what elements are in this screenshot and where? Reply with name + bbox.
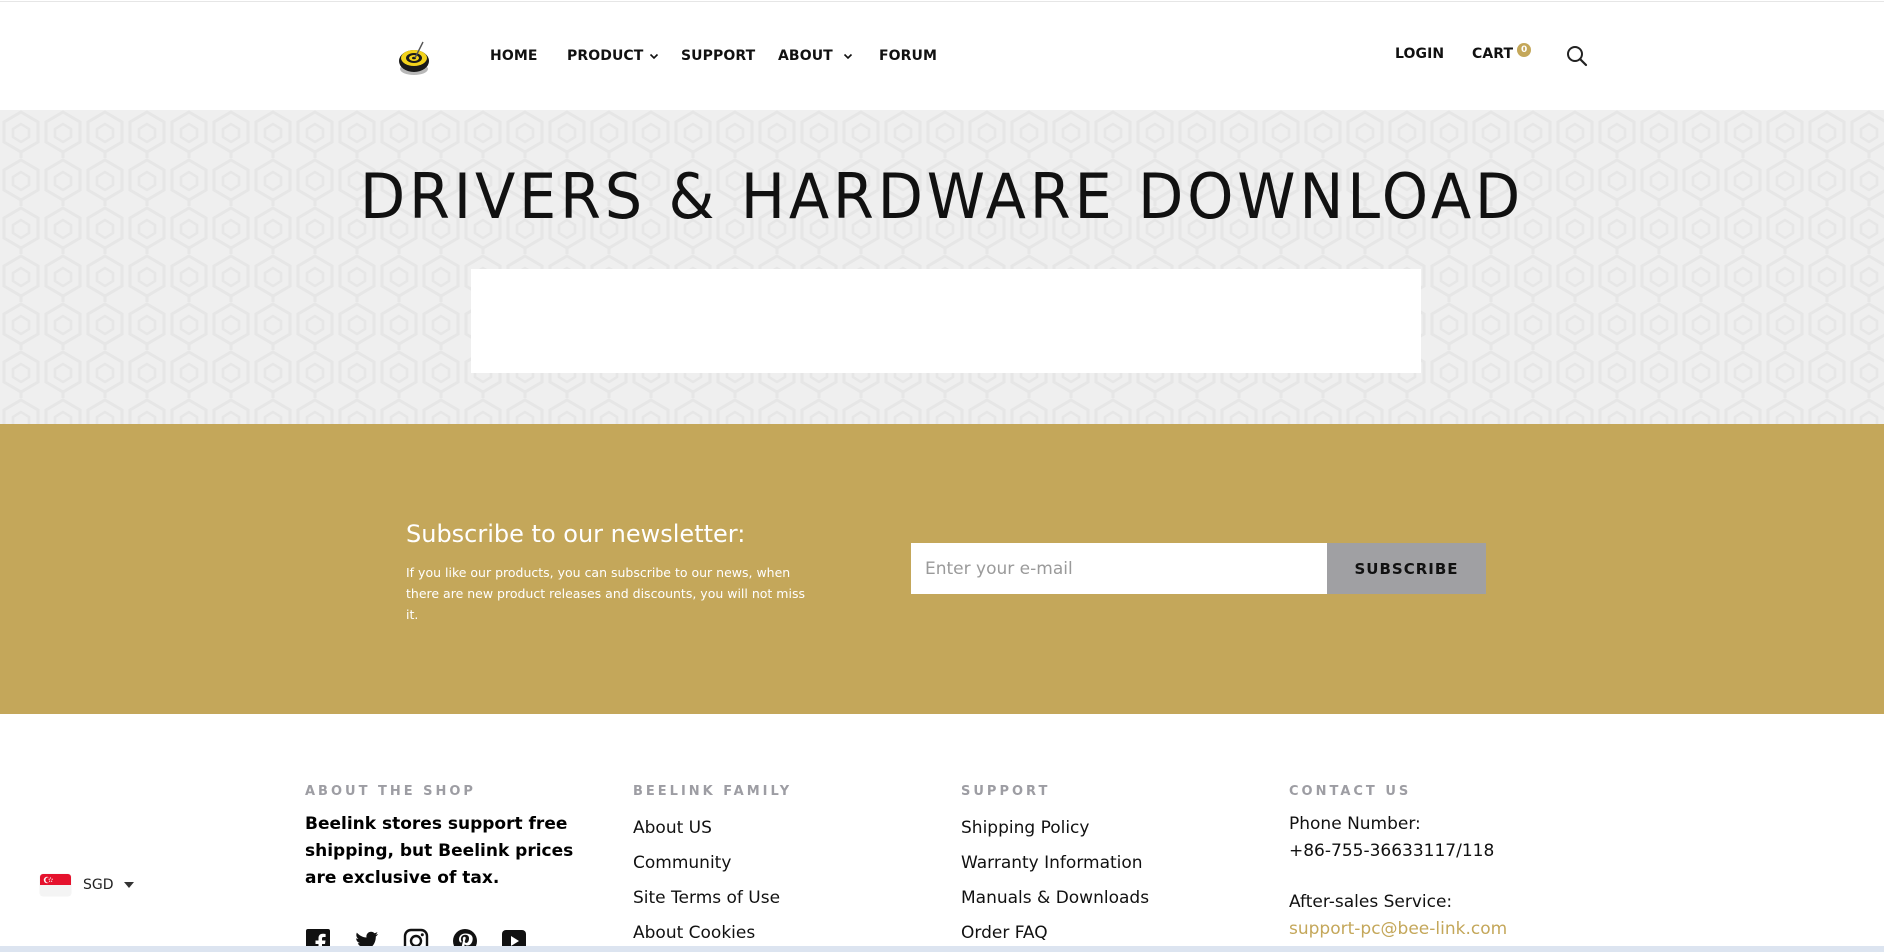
footer-link-community[interactable]: Community: [633, 846, 933, 881]
nav-forum[interactable]: FORUM: [879, 48, 937, 64]
cart-link[interactable]: CART 0: [1472, 43, 1532, 62]
footer-link-about-us[interactable]: About US: [633, 811, 933, 846]
footer-about-heading: ABOUT THE SHOP: [305, 784, 476, 799]
support-email-link[interactable]: support-pc@bee-link.com: [1289, 916, 1609, 943]
chevron-down-icon: [650, 53, 659, 60]
chevron-down-icon: [843, 53, 852, 60]
hero-banner: DRIVERS & HARDWARE DOWNLOAD: [0, 110, 1884, 424]
nav-home-label: HOME: [490, 48, 538, 64]
nav-home[interactable]: HOME: [490, 48, 538, 64]
phone-label: Phone Number:: [1289, 814, 1421, 834]
currency-selector[interactable]: SGD: [40, 874, 134, 896]
nav-support[interactable]: SUPPORT: [681, 48, 755, 64]
newsletter-section: Subscribe to our newsletter: If you like…: [0, 424, 1884, 714]
footer-support-heading: SUPPORT: [961, 784, 1051, 799]
newsletter-description: If you like our products, you can subscr…: [406, 565, 805, 622]
crescent-stars-icon: [43, 876, 53, 884]
footer-link-manuals[interactable]: Manuals & Downloads: [961, 881, 1261, 916]
site-header: HOME PRODUCT SUPPORT ABOUT FORUM LOGIN C…: [0, 1, 1884, 110]
currency-code: SGD: [83, 877, 114, 893]
site-footer: ABOUT THE SHOP Beelink stores support fr…: [0, 714, 1884, 952]
footer-contact-column: CONTACT US Phone Number: +86-755-3663311…: [1289, 784, 1609, 943]
nav-product-label: PRODUCT: [567, 48, 644, 64]
spinning-top-logo-icon: [399, 41, 429, 75]
login-link[interactable]: LOGIN: [1395, 46, 1444, 62]
footer-about-text: Beelink stores support free shipping, bu…: [305, 814, 574, 888]
beelink-logo[interactable]: [396, 39, 436, 79]
cart-count-badge: 0: [1517, 43, 1532, 57]
login-label: LOGIN: [1395, 46, 1445, 62]
search-icon[interactable]: [1566, 45, 1588, 67]
newsletter-email-input[interactable]: [911, 543, 1327, 594]
footer-support-column: SUPPORT Shipping Policy Warranty Informa…: [961, 784, 1261, 951]
browser-bottom-edge: [0, 946, 1884, 952]
footer-contact-heading: CONTACT US: [1289, 784, 1412, 799]
footer-family-heading: BEELINK FAMILY: [633, 784, 793, 799]
nav-forum-label: FORUM: [879, 48, 938, 64]
phone-number: +86-755-36633117/118: [1289, 841, 1495, 861]
nav-product[interactable]: PRODUCT: [567, 48, 659, 64]
nav-about-label: ABOUT: [778, 48, 833, 64]
cart-label: CART: [1472, 46, 1514, 62]
footer-about-column: ABOUT THE SHOP Beelink stores support fr…: [305, 784, 605, 892]
footer-link-site-terms[interactable]: Site Terms of Use: [633, 881, 933, 916]
downloads-content-box: [471, 269, 1421, 373]
footer-support-links: Shipping Policy Warranty Information Man…: [961, 811, 1261, 951]
footer-family-column: BEELINK FAMILY About US Community Site T…: [633, 784, 933, 951]
footer-link-shipping-policy[interactable]: Shipping Policy: [961, 811, 1261, 846]
singapore-flag-icon: [40, 874, 71, 896]
newsletter-title: Subscribe to our newsletter:: [406, 520, 746, 548]
nav-support-label: SUPPORT: [681, 48, 756, 64]
page-title: DRIVERS & HARDWARE DOWNLOAD: [359, 160, 1525, 233]
nav-about[interactable]: ABOUT: [778, 48, 853, 64]
caret-down-icon: [123, 882, 134, 888]
subscribe-button[interactable]: SUBSCRIBE: [1327, 543, 1486, 594]
aftersales-label: After-sales Service:: [1289, 892, 1453, 912]
footer-family-links: About US Community Site Terms of Use Abo…: [633, 811, 933, 951]
hexagon-pattern-background: [0, 110, 1884, 424]
footer-link-warranty[interactable]: Warranty Information: [961, 846, 1261, 881]
